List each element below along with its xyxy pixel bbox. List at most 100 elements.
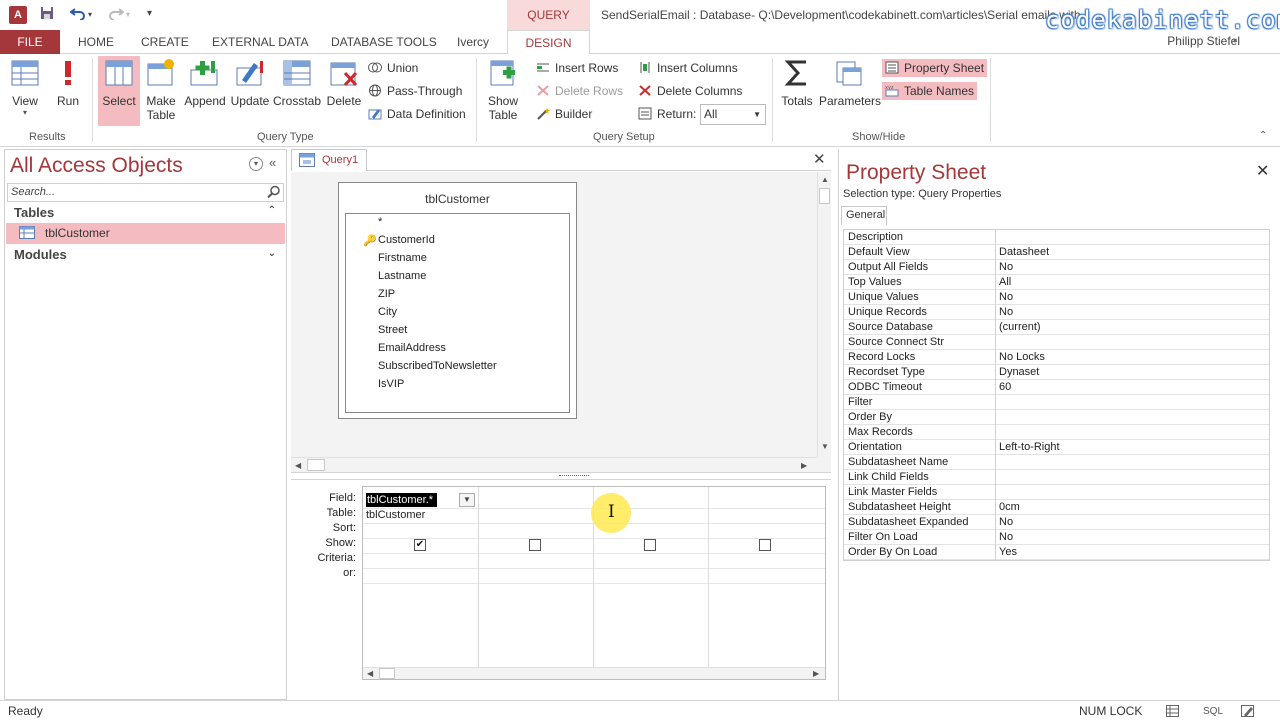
nav-search-input[interactable]: Search... — [7, 183, 284, 202]
pane-splitter[interactable] — [291, 472, 831, 480]
property-row[interactable]: Filter — [844, 395, 1269, 410]
table-cell-column-1[interactable]: tblCustomer — [366, 509, 425, 521]
property-value[interactable]: No — [999, 291, 1013, 303]
field-item[interactable]: Lastname — [378, 270, 426, 282]
scroll-thumb[interactable] — [307, 459, 325, 471]
field-item[interactable]: City — [378, 306, 397, 318]
property-row[interactable]: Output All Fields No — [844, 260, 1269, 275]
show-table-button[interactable]: Show Table — [482, 58, 524, 128]
make-table-button[interactable]: Make Table — [144, 58, 178, 128]
property-row[interactable]: Source Database (current) — [844, 320, 1269, 335]
property-value[interactable]: No Locks — [999, 351, 1045, 363]
property-value[interactable]: All — [999, 276, 1011, 288]
property-row[interactable]: Description — [844, 230, 1269, 245]
property-value[interactable]: 60 — [999, 381, 1011, 393]
shutter-bar-close-icon[interactable]: « — [269, 155, 276, 170]
delete-query-button[interactable]: Delete — [325, 58, 363, 120]
query-design-upper-pane[interactable]: tblCustomer 🔑 * CustomerId Firstname Las… — [291, 172, 831, 472]
property-row[interactable]: Unique Records No — [844, 305, 1269, 320]
property-row[interactable]: Orientation Left-to-Right — [844, 440, 1269, 455]
property-value[interactable]: Dynaset — [999, 366, 1039, 378]
field-cell-column-1[interactable]: tblCustomer.* — [366, 493, 437, 507]
customize-qat-icon[interactable]: ▾ — [147, 8, 152, 19]
close-icon[interactable]: ✕ — [813, 150, 826, 168]
nav-category-tables[interactable]: Tables ⌃ — [5, 203, 286, 224]
field-item[interactable]: SubscribedToNewsletter — [378, 360, 497, 372]
table-names-button[interactable]: xyz Table Names — [882, 82, 978, 100]
tab-external-data[interactable]: EXTERNAL DATA — [212, 30, 308, 54]
property-value[interactable]: Yes — [999, 546, 1017, 558]
property-row[interactable]: Filter On Load No — [844, 530, 1269, 545]
tab-ivercy[interactable]: Ivercy — [457, 30, 489, 54]
property-row[interactable]: Link Child Fields — [844, 470, 1269, 485]
show-checkbox-column-4[interactable] — [759, 539, 771, 551]
return-values-select[interactable]: All ▼ — [700, 104, 766, 125]
nav-pane-title[interactable]: All Access Objects — [10, 154, 183, 178]
property-sheet-button[interactable]: Property Sheet — [882, 59, 988, 77]
field-item[interactable]: IsVIP — [378, 378, 404, 390]
property-value[interactable]: No — [999, 516, 1013, 528]
select-query-button[interactable]: Select — [98, 56, 140, 126]
property-row[interactable]: Order By On Load Yes — [844, 545, 1269, 560]
search-icon[interactable] — [267, 185, 281, 202]
property-row[interactable]: Top Values All — [844, 275, 1269, 290]
user-account[interactable]: Philipp Stiefel — [1167, 34, 1240, 48]
insert-rows-button[interactable]: Insert Rows — [536, 61, 618, 75]
scroll-right-arrow-icon[interactable]: ▶ — [801, 461, 807, 470]
scroll-up-arrow-icon[interactable]: ▲ — [821, 175, 829, 184]
sql-view-icon[interactable]: SQL — [1203, 706, 1223, 717]
tab-home[interactable]: HOME — [78, 30, 114, 54]
property-row[interactable]: Subdatasheet Height 0cm — [844, 500, 1269, 515]
table-field-list-title[interactable]: tblCustomer — [339, 192, 576, 206]
scroll-left-arrow-icon[interactable]: ◀ — [367, 669, 373, 678]
property-row[interactable]: Link Master Fields — [844, 485, 1269, 500]
property-row[interactable]: Subdatasheet Name — [844, 455, 1269, 470]
property-value[interactable]: 0cm — [999, 501, 1020, 513]
query-design-grid[interactable]: tblCustomer.* ▼ tblCustomer ✔ I ◀ ▶ — [362, 486, 826, 680]
property-value[interactable]: (current) — [999, 321, 1041, 333]
design-view-icon[interactable] — [1241, 705, 1255, 720]
delete-columns-button[interactable]: Delete Columns — [638, 84, 742, 98]
property-row[interactable]: Record Locks No Locks — [844, 350, 1269, 365]
tab-design[interactable]: DESIGN — [507, 30, 590, 55]
property-row[interactable]: Default View Datasheet — [844, 245, 1269, 260]
tab-database-tools[interactable]: DATABASE TOOLS — [331, 30, 437, 54]
datasheet-view-icon[interactable] — [1166, 705, 1179, 720]
totals-button[interactable]: Totals — [778, 58, 816, 120]
parameters-button[interactable]: Parameters — [819, 58, 881, 120]
data-definition-button[interactable]: Data Definition — [368, 107, 466, 121]
account-dropdown-icon[interactable]: ▾ — [1233, 36, 1237, 45]
property-row[interactable]: Max Records — [844, 425, 1269, 440]
update-button[interactable]: Update — [230, 58, 270, 120]
property-value[interactable]: No — [999, 261, 1013, 273]
view-dropdown-icon[interactable]: ▾ — [6, 108, 44, 117]
table-field-list[interactable]: tblCustomer 🔑 * CustomerId Firstname Las… — [338, 182, 577, 419]
property-row[interactable]: Source Connect Str — [844, 335, 1269, 350]
undo-dropdown-icon[interactable]: ▾ — [88, 10, 92, 19]
scroll-down-arrow-icon[interactable]: ▼ — [821, 442, 829, 451]
scroll-thumb[interactable] — [379, 668, 395, 679]
field-item[interactable]: Firstname — [378, 252, 427, 264]
field-item[interactable]: * — [378, 216, 382, 228]
nav-item-tblcustomer[interactable]: tblCustomer — [6, 223, 285, 244]
field-item[interactable]: ZIP — [378, 288, 395, 300]
show-checkbox-column-1[interactable]: ✔ — [414, 539, 426, 551]
field-item[interactable]: EmailAddress — [378, 342, 446, 354]
crosstab-button[interactable]: Crosstab — [273, 58, 321, 120]
undo-icon[interactable] — [69, 6, 86, 23]
property-row[interactable]: Order By — [844, 410, 1269, 425]
union-button[interactable]: Union — [368, 61, 418, 75]
tab-file[interactable]: FILE — [0, 30, 60, 54]
scroll-right-arrow-icon[interactable]: ▶ — [813, 669, 819, 678]
property-value[interactable]: No — [999, 306, 1013, 318]
scroll-left-arrow-icon[interactable]: ◀ — [295, 461, 301, 470]
tab-create[interactable]: CREATE — [141, 30, 189, 54]
nav-category-modules[interactable]: Modules ⌄ — [5, 245, 286, 266]
property-row[interactable]: Subdatasheet Expanded No — [844, 515, 1269, 530]
tab-general[interactable]: General — [841, 206, 887, 225]
field-item[interactable]: Street — [378, 324, 407, 336]
property-value[interactable]: Datasheet — [999, 246, 1049, 258]
show-checkbox-column-3[interactable] — [644, 539, 656, 551]
insert-columns-button[interactable]: Insert Columns — [638, 61, 738, 75]
view-button[interactable]: View ▾ — [6, 58, 44, 120]
